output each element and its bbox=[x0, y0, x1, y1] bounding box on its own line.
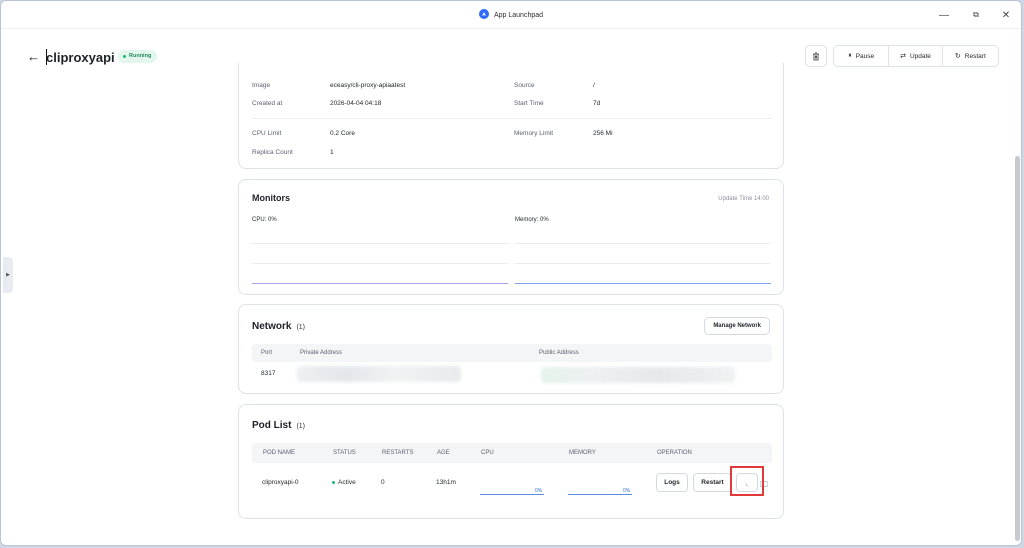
app-info-card: Image eceasy/cli-proxy-apiaatest Source … bbox=[238, 63, 784, 169]
text-cursor bbox=[46, 49, 47, 65]
column-header: POD NAME bbox=[263, 450, 296, 456]
info-label-cpu-limit: CPU Limit bbox=[252, 130, 282, 137]
column-header: Public Address bbox=[539, 350, 579, 356]
info-value-cpu-limit: 0.2 Core bbox=[330, 130, 355, 137]
divider bbox=[252, 118, 772, 119]
app-window: App Launchpad — ⧉ ✕ ← cliproxyapi Runnin… bbox=[0, 0, 1022, 546]
highlight-annotation bbox=[730, 466, 764, 496]
pod-count: (1) bbox=[296, 423, 306, 430]
cpu-chart-line bbox=[252, 283, 508, 284]
public-address-redacted[interactable] bbox=[541, 367, 735, 383]
info-label-created: Created at bbox=[252, 100, 283, 107]
column-header: MEMORY bbox=[569, 450, 596, 456]
maximize-icon: ⧉ bbox=[973, 10, 979, 19]
info-value-image: eceasy/cli-proxy-apiaatest bbox=[330, 82, 406, 89]
gridline bbox=[515, 263, 771, 264]
title-bar: App Launchpad — ⧉ ✕ bbox=[1, 1, 1021, 29]
refresh-icon: ↻ bbox=[954, 53, 961, 60]
gridline bbox=[252, 243, 508, 244]
pod-status: Active bbox=[332, 479, 356, 486]
column-header: RESTARTS bbox=[382, 450, 414, 456]
network-card: Network (1) Manage Network Port Private A… bbox=[238, 304, 784, 394]
cpu-percent: 0% bbox=[535, 488, 543, 494]
pod-table-header: POD NAME STATUS RESTARTS AGE CPU MEMORY … bbox=[252, 443, 772, 463]
info-label-image: Image bbox=[252, 82, 271, 89]
memory-chart-line bbox=[515, 283, 771, 284]
pod-restarts: 0 bbox=[381, 479, 385, 486]
column-header: CPU bbox=[481, 450, 494, 456]
column-header: Port bbox=[261, 350, 273, 356]
logs-button[interactable]: Logs bbox=[656, 473, 688, 492]
cpu-usage-label: CPU: 0% bbox=[252, 217, 277, 223]
update-button[interactable]: ⇄ Update bbox=[889, 46, 943, 66]
memory-mini-chart bbox=[568, 494, 632, 495]
status-badge: Running bbox=[118, 50, 158, 63]
pause-button[interactable]: ⏸ Pause bbox=[834, 46, 890, 66]
pod-list-card: Pod List (1) POD NAME STATUS RESTARTS AGE… bbox=[238, 404, 784, 519]
maximize-button[interactable]: ⧉ bbox=[961, 1, 991, 29]
gridline bbox=[515, 243, 771, 244]
info-value-start-time: 7d bbox=[593, 100, 601, 107]
monitors-card: Monitors Update Time 14:00 CPU: 0% Memor… bbox=[238, 179, 784, 295]
info-value-source: / bbox=[593, 82, 595, 89]
memory-usage-label: Memory: 0% bbox=[515, 217, 549, 223]
info-label-memory-limit: Memory Limit bbox=[514, 130, 554, 137]
info-label-replicas: Replica Count bbox=[252, 149, 293, 156]
update-time: Update Time 14:00 bbox=[718, 196, 769, 202]
pause-icon: ⏸ bbox=[848, 52, 852, 59]
app-name: cliproxyapi bbox=[46, 50, 115, 65]
close-button[interactable]: ✕ bbox=[991, 1, 1021, 29]
column-header: Private Address bbox=[300, 350, 343, 356]
manage-network-button[interactable]: Manage Network bbox=[704, 317, 770, 335]
network-table-header: Port Private Address Public Address bbox=[252, 344, 772, 362]
column-header: AGE bbox=[437, 450, 450, 456]
back-arrow-icon[interactable]: ← bbox=[27, 49, 40, 64]
pod-list-title: Pod List (1) bbox=[252, 420, 306, 431]
info-value-replicas: 1 bbox=[330, 149, 334, 156]
column-header: OPERATION bbox=[657, 450, 692, 456]
info-value-memory-limit: 256 Mi bbox=[593, 130, 613, 137]
info-label-source: Source bbox=[514, 82, 535, 89]
sidebar-toggle[interactable]: ▶ bbox=[3, 257, 13, 293]
network-count: (1) bbox=[296, 324, 306, 331]
minimize-button[interactable]: — bbox=[929, 1, 959, 29]
trash-icon bbox=[813, 52, 819, 60]
restart-button[interactable]: ↻ Restart bbox=[943, 46, 998, 66]
monitors-title: Monitors bbox=[252, 193, 290, 203]
column-header: STATUS bbox=[333, 450, 356, 456]
cpu-mini-chart bbox=[480, 494, 544, 495]
memory-percent: 0% bbox=[623, 488, 631, 494]
close-icon: ✕ bbox=[1001, 9, 1011, 21]
swap-icon: ⇄ bbox=[900, 53, 906, 60]
gridline bbox=[252, 263, 508, 264]
network-title: Network (1) bbox=[252, 321, 306, 332]
minimize-icon: — bbox=[939, 9, 949, 21]
private-address-redacted bbox=[297, 366, 461, 382]
delete-button[interactable] bbox=[805, 45, 827, 67]
status-dot-icon bbox=[332, 480, 335, 484]
chevron-right-icon: ▶ bbox=[6, 272, 10, 278]
action-button-group: ⏸ Pause ⇄ Update ↻ Restart bbox=[833, 45, 999, 67]
network-port: 8317 bbox=[261, 370, 276, 377]
rocket-icon bbox=[478, 9, 489, 19]
pod-age: 13h1m bbox=[436, 479, 456, 486]
info-label-start-time: Start Time bbox=[514, 100, 544, 107]
pod-restart-button[interactable]: Restart bbox=[693, 473, 732, 492]
pod-name: cliproxyapi-0 bbox=[262, 479, 299, 486]
info-value-created: 2026-04-04 04:18 bbox=[330, 100, 382, 107]
scrollbar[interactable] bbox=[1015, 156, 1020, 541]
window-title: App Launchpad bbox=[1, 9, 1021, 20]
